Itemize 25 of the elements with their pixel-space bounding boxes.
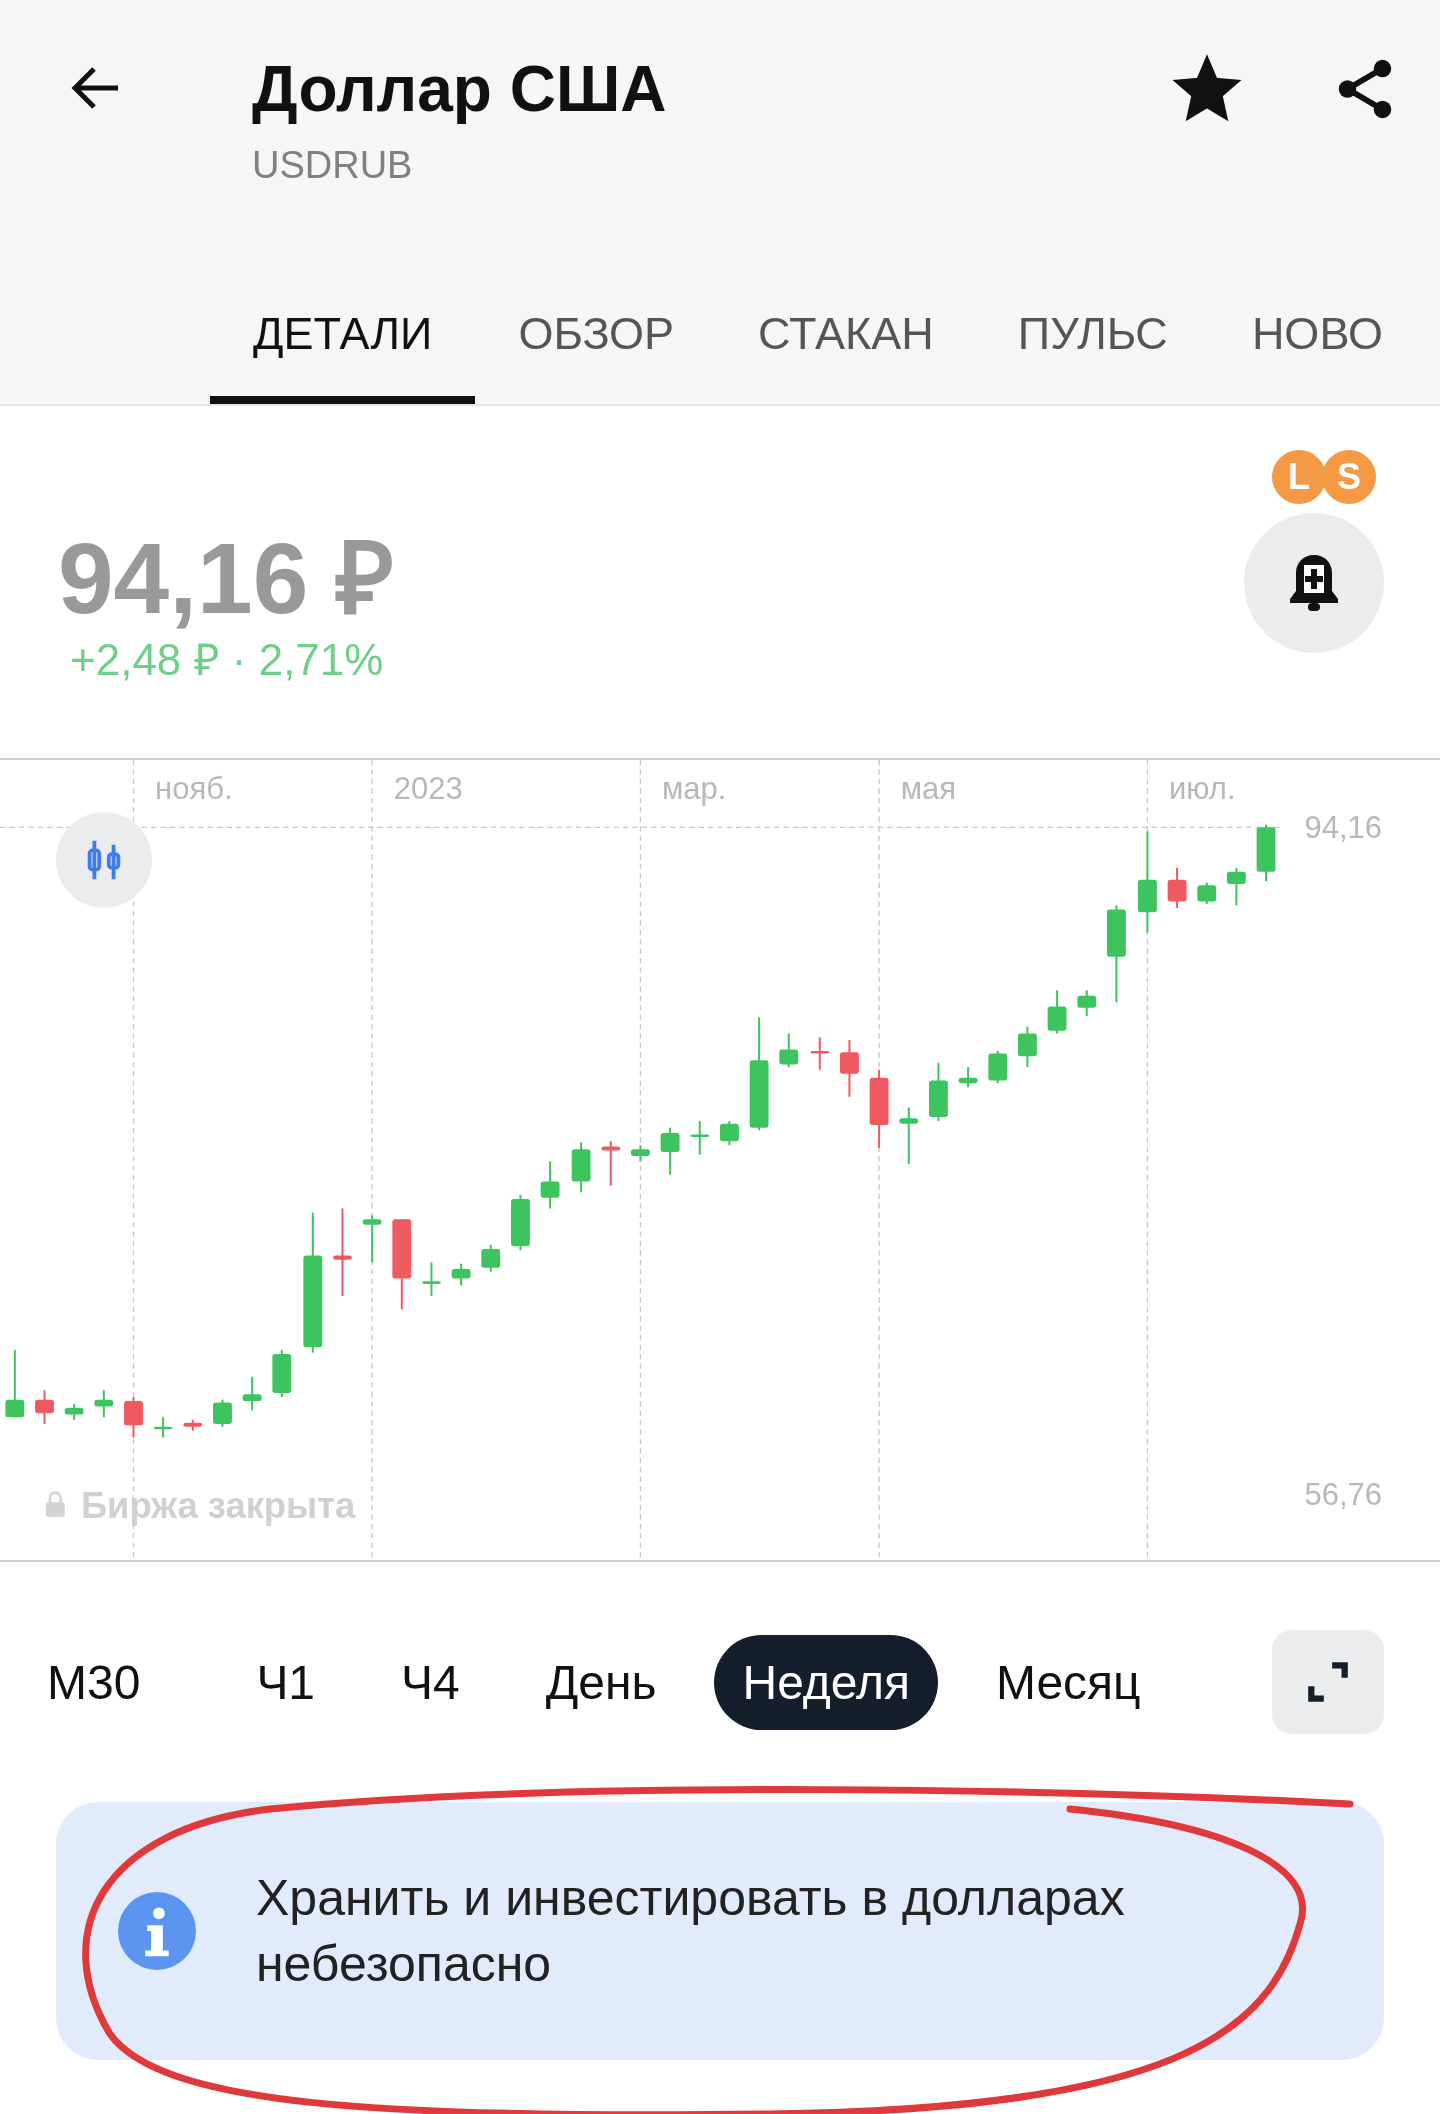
badge: L	[1272, 450, 1326, 504]
tab[interactable]: НОВО	[1251, 250, 1383, 404]
timeframe-option[interactable]: Месяц	[967, 1634, 1169, 1730]
tab[interactable]: ПУЛЬС	[1017, 250, 1168, 404]
timeframe-option[interactable]: М30	[47, 1634, 169, 1730]
axis-label: 2023	[393, 771, 463, 807]
timeframe-option[interactable]: Неделя	[714, 1634, 938, 1730]
axis-label: мар.	[662, 771, 727, 807]
price-label: 94,16	[1304, 810, 1382, 846]
price-label: 56,76	[1304, 1476, 1382, 1512]
notice-text: Хранить и инвестировать в долларах небезопасно	[256, 1869, 1126, 1994]
tab[interactable]: ОБЗОР	[518, 250, 675, 404]
axis-label: июл.	[1169, 771, 1236, 807]
asset-title: Доллар США	[252, 52, 668, 126]
badge: S	[1322, 450, 1376, 504]
tab[interactable]: ДЕТАЛИ	[210, 250, 476, 404]
tab[interactable]: СТАКАН	[758, 250, 934, 404]
axis-label: нояб.	[155, 771, 233, 807]
ticker-label: USDRUB	[252, 144, 414, 187]
timeframe-option[interactable]: Ч4	[373, 1634, 488, 1730]
timeframe-option[interactable]: Ч1	[228, 1634, 344, 1730]
price-change: +2,48 ₽ · 2,71%	[70, 634, 384, 686]
price-value: 94,16 ₽	[58, 521, 395, 636]
axis-label: мая	[900, 771, 956, 807]
timeframe-option[interactable]: День	[517, 1634, 685, 1730]
